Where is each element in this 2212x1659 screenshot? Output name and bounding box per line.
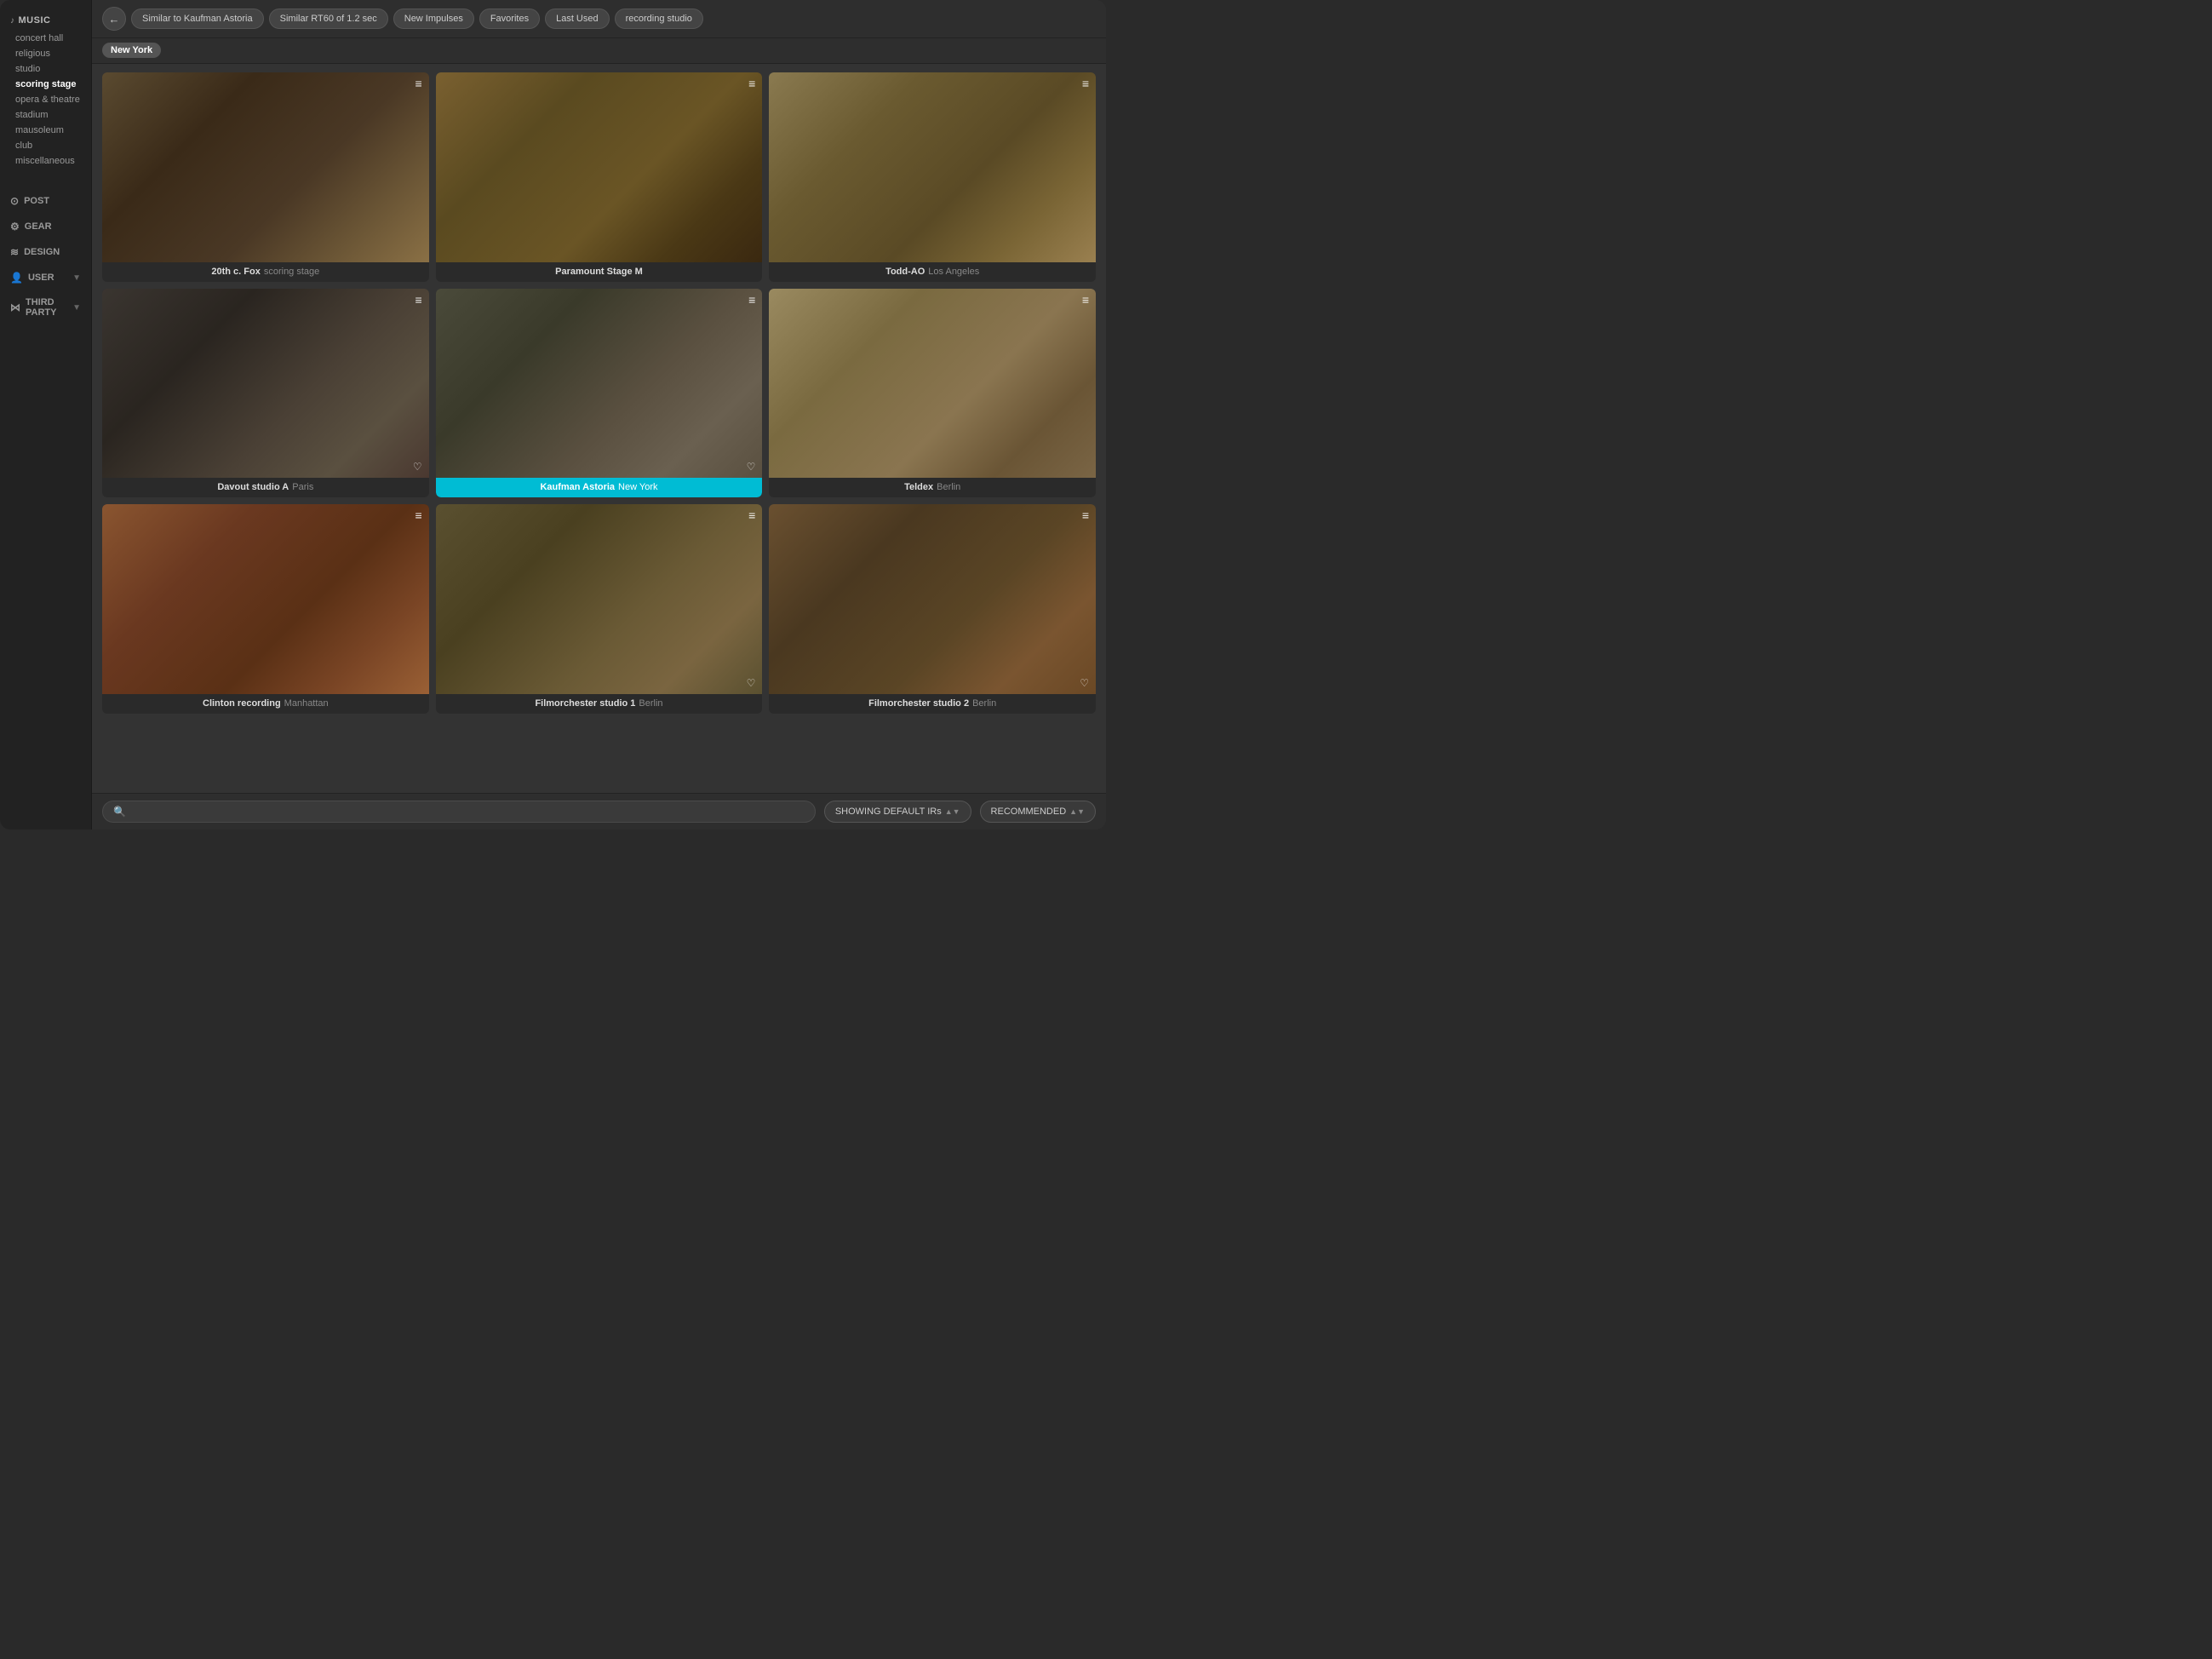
design-icon: ≋ <box>10 246 19 258</box>
clinton-name: Clinton recording <box>203 698 281 709</box>
sidebar-nav: ⊙ POST ⚙ GEAR ≋ DESIGN 👤 USER ▼ ⋈ THIRD PARTY ▼ <box>0 189 91 324</box>
search-input[interactable] <box>131 806 805 818</box>
venue-card-fox[interactable]: ≡ 20th c. Fox scoring stage <box>102 72 429 282</box>
post-label: POST <box>24 196 49 206</box>
kaufman-sub: New York <box>618 482 657 492</box>
toolbar-buttons: Similar to Kaufman AstoriaSimilar RT60 o… <box>131 9 703 29</box>
showing-arrow-icon: ▲▼ <box>945 807 960 816</box>
back-icon: ← <box>109 13 120 26</box>
teldex-sub: Berlin <box>937 482 960 492</box>
sidebar-item-club[interactable]: club <box>0 138 91 153</box>
filmo1-sub: Berlin <box>639 698 662 709</box>
toolbar-btn-favorites[interactable]: Favorites <box>479 9 540 29</box>
toddao-name: Todd-AO <box>885 267 925 277</box>
kaufman-heart-icon[interactable]: ♡ <box>747 461 756 473</box>
sidebar-item-concert-hall[interactable]: concert hall <box>0 31 91 46</box>
filmo1-menu-icon[interactable]: ≡ <box>748 509 755 521</box>
toddao-sub: Los Angeles <box>928 267 979 277</box>
design-label: DESIGN <box>24 247 60 257</box>
sidebar-item-religious[interactable]: religious <box>0 46 91 61</box>
filmo2-menu-icon[interactable]: ≡ <box>1082 509 1089 521</box>
venue-card-filmo1[interactable]: ≡ ♡ Filmorchester studio 1 Berlin <box>436 504 763 714</box>
filmo2-heart-icon[interactable]: ♡ <box>1080 677 1089 689</box>
filmo2-name: Filmorchester studio 2 <box>868 698 969 709</box>
filmo1-heart-icon[interactable]: ♡ <box>747 677 756 689</box>
venue-card-clinton[interactable]: ≡ Clinton recordingManhattan <box>102 504 429 714</box>
bottom-bar: 🔍 SHOWING DEFAULT IRs ▲▼ RECOMMENDED ▲▼ <box>92 793 1106 830</box>
venue-card-kaufman[interactable]: ≡ ♡ Kaufman AstoriaNew York <box>436 289 763 498</box>
kaufman-name: Kaufman Astoria <box>540 482 615 492</box>
third-party-label: THIRD PARTY <box>26 297 67 318</box>
teldex-menu-icon[interactable]: ≡ <box>1082 294 1089 306</box>
music-label: MUSIC <box>19 15 51 26</box>
toolbar-btn-new-impulses[interactable]: New Impulses <box>393 9 474 29</box>
recommended-arrow-icon: ▲▼ <box>1069 807 1085 816</box>
sidebar-categories: concert hallreligiousstudioscoring stage… <box>0 31 91 169</box>
filter-tag[interactable]: New York <box>102 43 161 58</box>
sidebar-top-item-third-party[interactable]: ⋈ THIRD PARTY ▼ <box>0 291 91 324</box>
venue-grid: ≡ 20th c. Fox scoring stage ≡ Paramount Stag… <box>102 72 1096 714</box>
davout-heart-icon[interactable]: ♡ <box>413 461 422 473</box>
toddao-menu-icon[interactable]: ≡ <box>1082 77 1089 89</box>
filter-bar: New York <box>92 38 1106 64</box>
sidebar-top-item-user[interactable]: 👤 USER ▼ <box>0 266 91 290</box>
sidebar-item-mausoleum[interactable]: mausoleum <box>0 123 91 138</box>
toolbar-btn-recording-studio[interactable]: recording studio <box>615 9 703 29</box>
toolbar-btn-last-used[interactable]: Last Used <box>545 9 610 29</box>
venue-card-filmo2[interactable]: ≡ ♡ Filmorchester studio 2Berlin <box>769 504 1096 714</box>
kaufman-menu-icon[interactable]: ≡ <box>748 294 755 306</box>
davout-name: Davout studio A <box>217 482 289 492</box>
teldex-name: Teldex <box>904 482 933 492</box>
recommended-btn[interactable]: RECOMMENDED ▲▼ <box>980 801 1096 823</box>
app-container: ♪ MUSIC concert hallreligiousstudioscori… <box>0 0 1106 830</box>
sidebar-item-miscellaneous[interactable]: miscellaneous <box>0 153 91 169</box>
paramount-name: Paramount Stage M <box>555 267 643 277</box>
sidebar-top-item-post[interactable]: ⊙ POST <box>0 189 91 213</box>
back-button[interactable]: ← <box>102 7 126 31</box>
sidebar: ♪ MUSIC concert hallreligiousstudioscori… <box>0 0 92 830</box>
user-icon: 👤 <box>10 272 23 284</box>
sidebar-top-item-design[interactable]: ≋ DESIGN <box>0 240 91 264</box>
toolbar-btn-similar-rt60[interactable]: Similar RT60 of 1.2 sec <box>269 9 388 29</box>
showing-label: SHOWING DEFAULT IRs <box>835 807 942 817</box>
user-label: USER <box>28 273 54 283</box>
showing-default-btn[interactable]: SHOWING DEFAULT IRs ▲▼ <box>824 801 971 823</box>
venue-card-paramount[interactable]: ≡ Paramount Stage M <box>436 72 763 282</box>
davout-sub: Paris <box>292 482 313 492</box>
fox-sub: scoring stage <box>264 267 319 277</box>
gear-label: GEAR <box>25 221 52 232</box>
sidebar-top-item-gear[interactable]: ⚙ GEAR <box>0 215 91 238</box>
search-icon: 🔍 <box>113 806 126 818</box>
venue-card-davout[interactable]: ≡ ♡ Davout studio AParis <box>102 289 429 498</box>
sidebar-item-stadium[interactable]: stadium <box>0 107 91 123</box>
clinton-menu-icon[interactable]: ≡ <box>415 509 421 521</box>
recommended-label: RECOMMENDED <box>991 807 1067 817</box>
davout-menu-icon[interactable]: ≡ <box>415 294 421 306</box>
third-party-arrow-icon: ▼ <box>72 303 81 313</box>
sidebar-item-scoring-stage[interactable]: scoring stage <box>0 77 91 92</box>
main-content: ← Similar to Kaufman AstoriaSimilar RT60… <box>92 0 1106 830</box>
fox-name: 20th c. Fox <box>211 267 260 277</box>
gear-icon: ⚙ <box>10 221 20 232</box>
paramount-menu-icon[interactable]: ≡ <box>748 77 755 89</box>
music-section-header[interactable]: ♪ MUSIC <box>0 10 91 31</box>
venue-card-teldex[interactable]: ≡ Teldex Berlin <box>769 289 1096 498</box>
search-wrap[interactable]: 🔍 <box>102 801 816 823</box>
filmo1-name: Filmorchester studio 1 <box>535 698 635 709</box>
filter-tag-label: New York <box>111 45 152 55</box>
third-party-icon: ⋈ <box>10 301 20 313</box>
filmo2-sub: Berlin <box>972 698 996 709</box>
toolbar-btn-similar-kaufman[interactable]: Similar to Kaufman Astoria <box>131 9 264 29</box>
grid-area[interactable]: ≡ 20th c. Fox scoring stage ≡ Paramount Stag… <box>92 64 1106 793</box>
fox-menu-icon[interactable]: ≡ <box>415 77 421 89</box>
music-icon: ♪ <box>10 16 15 26</box>
user-arrow-icon: ▼ <box>72 273 81 283</box>
sidebar-item-opera-theatre[interactable]: opera & theatre <box>0 92 91 107</box>
clinton-sub: Manhattan <box>284 698 329 709</box>
sidebar-item-studio[interactable]: studio <box>0 61 91 77</box>
post-icon: ⊙ <box>10 195 19 207</box>
music-section: ♪ MUSIC concert hallreligiousstudioscori… <box>0 10 91 169</box>
toolbar: ← Similar to Kaufman AstoriaSimilar RT60… <box>92 0 1106 38</box>
venue-card-toddao[interactable]: ≡ Todd-AOLos Angeles <box>769 72 1096 282</box>
